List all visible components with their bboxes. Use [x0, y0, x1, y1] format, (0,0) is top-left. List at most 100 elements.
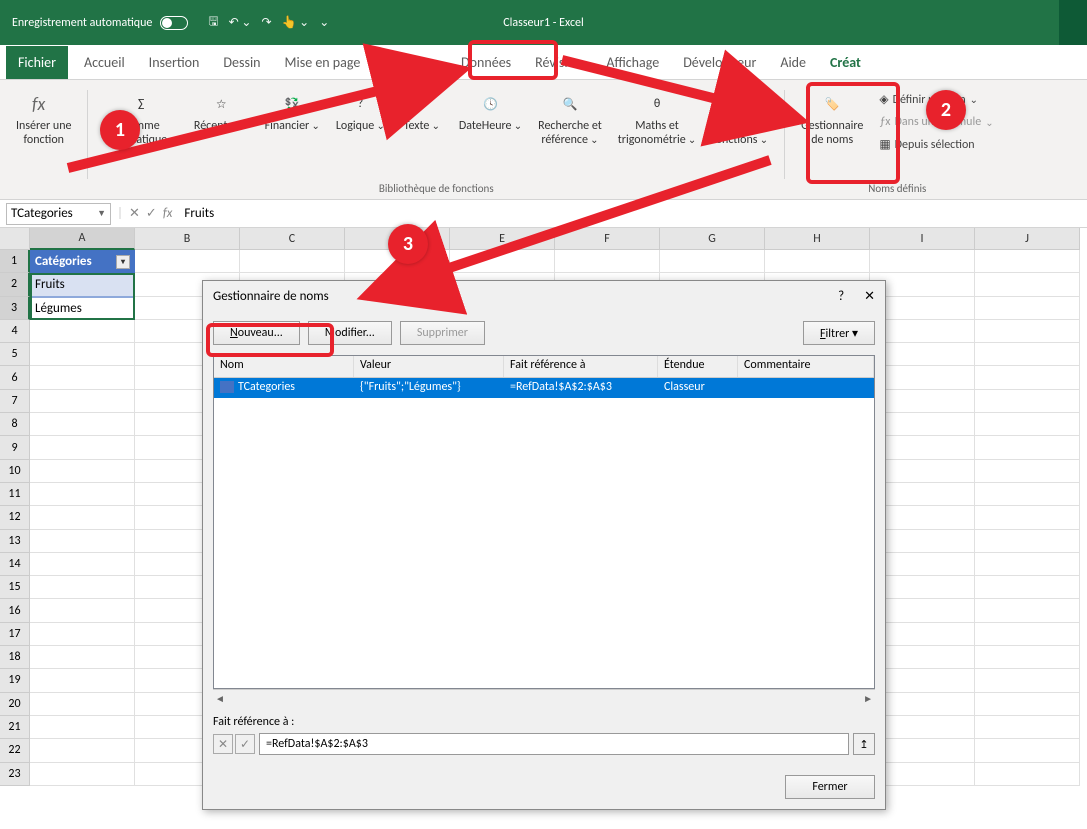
from-selection-button[interactable]: ▦Depuis sélection: [875, 135, 997, 154]
touch-icon[interactable]: 👆 ⌄: [282, 15, 310, 30]
tab-home[interactable]: Accueil: [72, 46, 137, 79]
cell[interactable]: [30, 506, 135, 529]
row-header[interactable]: 12: [0, 506, 30, 529]
cell[interactable]: [450, 250, 555, 273]
cell[interactable]: [30, 623, 135, 646]
col-header-c[interactable]: C: [240, 228, 345, 250]
logical-button[interactable]: ?Logique: [332, 86, 389, 136]
col-header-j[interactable]: J: [975, 228, 1080, 250]
row-header[interactable]: 13: [0, 530, 30, 553]
col-header-b[interactable]: B: [135, 228, 240, 250]
modify-button[interactable]: Modifier...: [308, 321, 392, 345]
row-header[interactable]: 14: [0, 553, 30, 576]
cell[interactable]: [975, 320, 1080, 343]
cell[interactable]: [975, 483, 1080, 506]
cell[interactable]: [870, 250, 975, 273]
cell[interactable]: [975, 413, 1080, 436]
cell[interactable]: [30, 436, 135, 459]
cell[interactable]: [30, 763, 135, 786]
cell[interactable]: [975, 530, 1080, 553]
more-functions-button[interactable]: ⋯Plus de fonctions: [708, 86, 772, 150]
tab-draw[interactable]: Dessin: [211, 46, 272, 79]
row-header[interactable]: 5: [0, 343, 30, 366]
row-header[interactable]: 21: [0, 716, 30, 739]
tab-formulas[interactable]: Formules: [372, 46, 449, 79]
cancel-icon[interactable]: ✕: [129, 206, 140, 221]
cell[interactable]: [975, 763, 1080, 786]
save-icon[interactable]: 🖫: [208, 12, 218, 33]
row-header[interactable]: 16: [0, 599, 30, 622]
cell[interactable]: [975, 669, 1080, 692]
math-button[interactable]: θMaths et trigonométrie: [614, 86, 701, 150]
row-header[interactable]: 7: [0, 390, 30, 413]
fx-icon[interactable]: fx: [163, 206, 173, 221]
qa-dropdown-icon[interactable]: ⌄: [319, 15, 329, 30]
cell[interactable]: Légumes: [30, 297, 135, 320]
cell[interactable]: [975, 343, 1080, 366]
cell[interactable]: [30, 646, 135, 669]
cell[interactable]: [975, 390, 1080, 413]
lookup-button[interactable]: 🔍Recherche et référence: [534, 86, 606, 150]
ref-cancel-icon[interactable]: ✕: [213, 734, 233, 754]
col-scope[interactable]: Étendue: [658, 356, 738, 377]
row-header[interactable]: 6: [0, 366, 30, 389]
filter-button[interactable]: Filtrer ▾: [803, 321, 875, 345]
close-button[interactable]: Fermer: [785, 775, 875, 799]
row-header[interactable]: 19: [0, 669, 30, 692]
select-all-corner[interactable]: [0, 228, 30, 250]
col-header-a[interactable]: A: [30, 228, 135, 250]
col-header-h[interactable]: H: [765, 228, 870, 250]
tab-review[interactable]: Révision: [523, 46, 594, 79]
cell[interactable]: [555, 250, 660, 273]
cell[interactable]: [30, 320, 135, 343]
cell[interactable]: [975, 460, 1080, 483]
cell[interactable]: [975, 599, 1080, 622]
row-header[interactable]: 8: [0, 413, 30, 436]
cell[interactable]: [30, 343, 135, 366]
financial-button[interactable]: 💱Financier: [261, 86, 324, 136]
range-picker-icon[interactable]: ↥: [853, 733, 875, 755]
new-button[interactable]: Nouveau...: [213, 321, 300, 345]
row-header[interactable]: 22: [0, 739, 30, 762]
cell[interactable]: [975, 646, 1080, 669]
cell[interactable]: [975, 693, 1080, 716]
row-header[interactable]: 1: [0, 250, 30, 273]
tab-developer[interactable]: Développeur: [671, 46, 768, 79]
cell[interactable]: [30, 599, 135, 622]
tab-file[interactable]: Fichier: [6, 46, 68, 79]
tab-view[interactable]: Affichage: [594, 46, 671, 79]
row-header[interactable]: 3: [0, 297, 30, 320]
tab-insert[interactable]: Insertion: [137, 46, 212, 79]
col-header-e[interactable]: E: [450, 228, 555, 250]
list-row[interactable]: TCategories {"Fruits";"Légumes"} =RefDat…: [214, 378, 874, 398]
name-manager-button[interactable]: 🏷️Gestionnaire de noms: [797, 86, 867, 150]
row-header[interactable]: 9: [0, 436, 30, 459]
cell[interactable]: [975, 366, 1080, 389]
row-header[interactable]: 10: [0, 460, 30, 483]
row-header[interactable]: 23: [0, 763, 30, 786]
cell[interactable]: [975, 436, 1080, 459]
text-button[interactable]: ATexte: [397, 86, 447, 136]
cell[interactable]: [975, 623, 1080, 646]
col-header-g[interactable]: G: [660, 228, 765, 250]
col-valeur[interactable]: Valeur: [354, 356, 504, 377]
cell[interactable]: [975, 273, 1080, 296]
cell[interactable]: [30, 483, 135, 506]
row-header[interactable]: 18: [0, 646, 30, 669]
tab-layout[interactable]: Mise en page: [273, 46, 373, 79]
cell[interactable]: [30, 693, 135, 716]
cell[interactable]: [975, 250, 1080, 273]
formula-input[interactable]: Fruits: [178, 206, 1081, 221]
horizontal-scrollbar[interactable]: ◄►: [213, 689, 875, 707]
cell[interactable]: [30, 553, 135, 576]
col-comment[interactable]: Commentaire: [738, 356, 874, 377]
insert-function-button[interactable]: fx Insérer une fonction: [12, 86, 75, 150]
cell[interactable]: [30, 460, 135, 483]
cell[interactable]: [975, 506, 1080, 529]
delete-button[interactable]: Supprimer: [400, 321, 485, 345]
col-header-f[interactable]: F: [555, 228, 660, 250]
redo-icon[interactable]: ↷: [261, 15, 271, 30]
reference-input[interactable]: [259, 733, 849, 755]
enter-icon[interactable]: ✓: [146, 206, 157, 221]
name-box[interactable]: TCategories▼: [6, 203, 111, 225]
